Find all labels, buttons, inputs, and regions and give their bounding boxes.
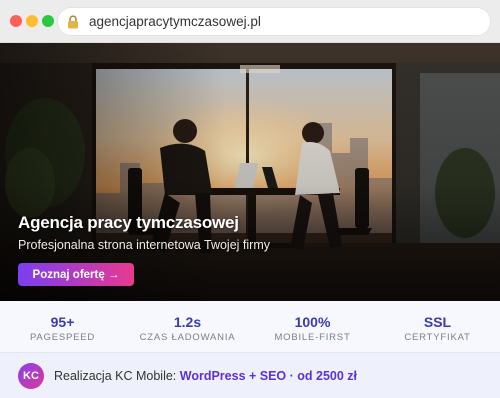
stat-label: PAGESPEED — [29, 332, 96, 343]
credit-footer: KC Realizacja KC Mobile: WordPress + SEO… — [0, 352, 500, 398]
credit-text: Realizacja KC Mobile: WordPress + SEO · … — [54, 369, 357, 383]
hero-banner: Agencja pracy tymczasowej Profesjonalna … — [0, 43, 500, 301]
offer-cta-button[interactable]: Poznaj ofertę → — [18, 263, 134, 286]
stat-pagespeed: 95+ PAGESPEED — [0, 301, 125, 352]
stat-load-time: 1.2s CZAS ŁADOWANIA — [125, 301, 250, 352]
browser-window: agencjapracytymczasowej.pl Agencja pracy… — [0, 0, 500, 398]
address-bar[interactable]: agencjapracytymczasowej.pl — [57, 7, 491, 36]
url-text: agencjapracytymczasowej.pl — [89, 14, 261, 29]
hero-title: Agencja pracy tymczasowej — [18, 213, 239, 232]
maximize-window-button[interactable] — [42, 15, 54, 27]
credit-prefix: Realizacja KC Mobile: — [54, 369, 180, 383]
stat-ssl: SSL CERTYFIKAT — [375, 301, 500, 352]
stat-value: 95+ — [50, 314, 75, 330]
stats-bar: 95+ PAGESPEED 1.2s CZAS ŁADOWANIA 100% M… — [0, 301, 500, 352]
close-window-button[interactable] — [10, 15, 22, 27]
lock-icon — [67, 14, 87, 29]
kc-mobile-avatar: KC — [18, 363, 44, 389]
browser-toolbar: agencjapracytymczasowej.pl — [0, 0, 500, 43]
stat-mobile-first: 100% MOBILE-FIRST — [250, 301, 375, 352]
credit-highlight[interactable]: WordPress + SEO · od 2500 zł — [180, 369, 357, 383]
stat-label: CERTYFIKAT — [404, 332, 471, 343]
stat-label: MOBILE-FIRST — [274, 332, 351, 343]
stat-label: CZAS ŁADOWANIA — [139, 332, 236, 343]
stat-value: SSL — [423, 314, 452, 330]
stat-value: 100% — [294, 314, 331, 330]
hero-subtitle: Profesjonalna strona internetowa Twojej … — [18, 238, 270, 252]
minimize-window-button[interactable] — [26, 15, 38, 27]
stat-value: 1.2s — [173, 314, 202, 330]
